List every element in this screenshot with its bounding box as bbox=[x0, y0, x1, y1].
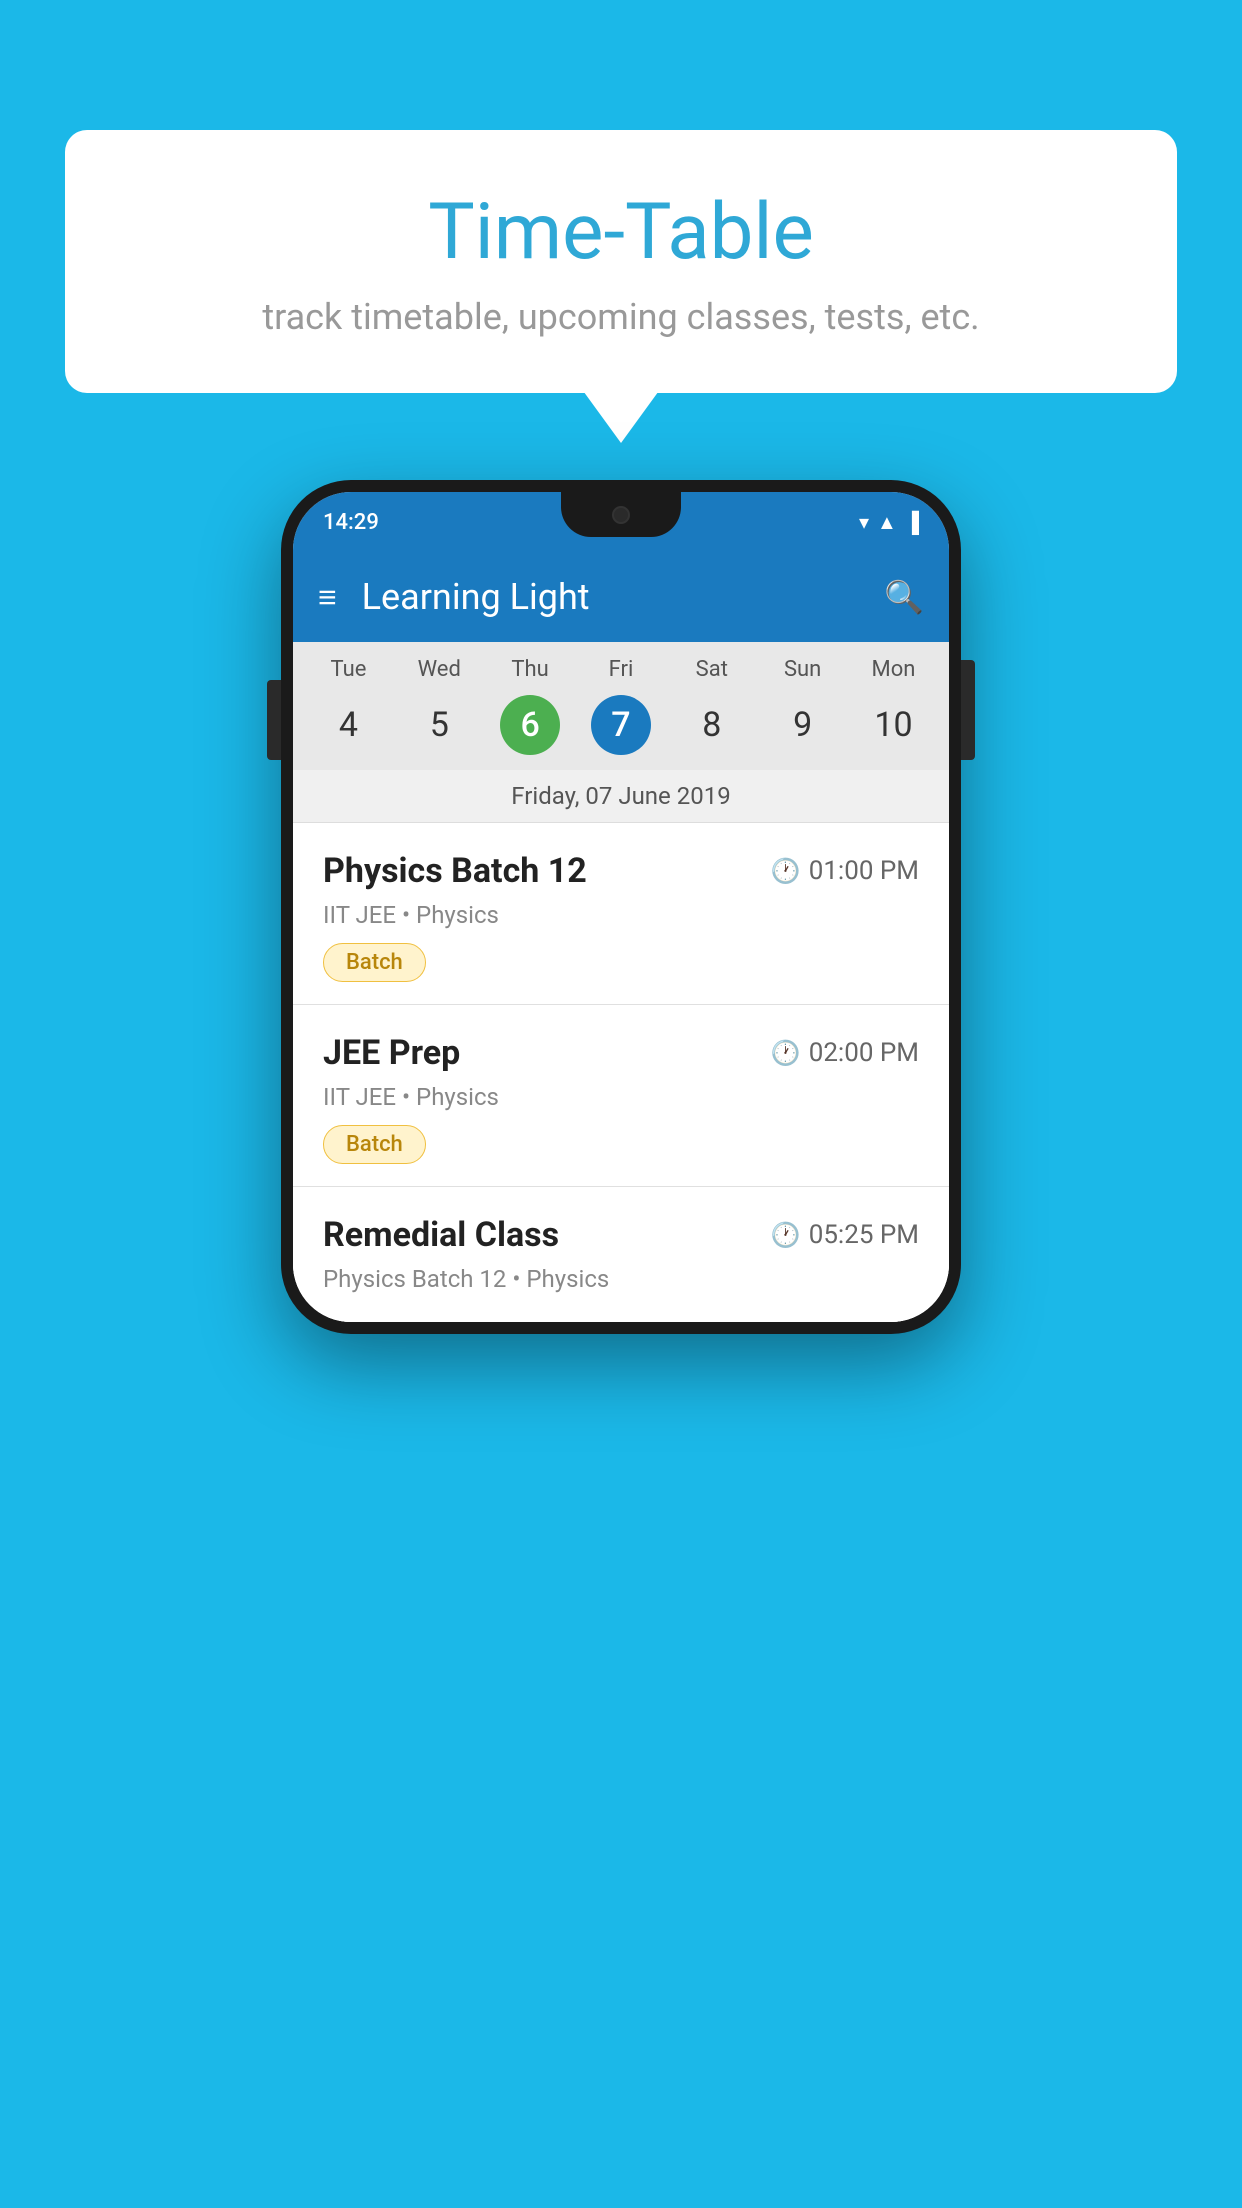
schedule-item-3[interactable]: Remedial Class 🕐 05:25 PM Physics Batch … bbox=[293, 1187, 949, 1322]
clock-icon-1: 🕐 bbox=[771, 857, 801, 885]
schedule-item-1[interactable]: Physics Batch 12 🕐 01:00 PM IIT JEE • Ph… bbox=[293, 823, 949, 1005]
schedule-list: Physics Batch 12 🕐 01:00 PM IIT JEE • Ph… bbox=[293, 823, 949, 1322]
schedule-item-2-tag: Batch bbox=[323, 1125, 426, 1164]
schedule-item-3-header: Remedial Class 🕐 05:25 PM bbox=[323, 1215, 919, 1255]
app-bar: ≡ Learning Light 🔍 bbox=[293, 552, 949, 642]
battery-icon: ▐ bbox=[905, 510, 919, 535]
day-5-wrap[interactable]: 5 bbox=[397, 695, 482, 755]
phone-notch bbox=[561, 492, 681, 537]
day-header-wed: Wed bbox=[397, 657, 482, 690]
day-header-fri: Fri bbox=[578, 657, 663, 690]
wifi-icon: ▾ bbox=[859, 510, 869, 534]
bubble-subtitle: track timetable, upcoming classes, tests… bbox=[125, 296, 1117, 338]
day-7-selected[interactable]: 7 bbox=[591, 695, 651, 755]
search-icon[interactable]: 🔍 bbox=[884, 578, 924, 616]
speech-bubble: Time-Table track timetable, upcoming cla… bbox=[65, 130, 1177, 393]
hamburger-icon[interactable]: ≡ bbox=[318, 578, 337, 616]
schedule-item-1-time-text: 01:00 PM bbox=[809, 856, 919, 886]
schedule-item-3-title: Remedial Class bbox=[323, 1215, 559, 1255]
day-8-wrap[interactable]: 8 bbox=[669, 695, 754, 755]
speech-bubble-container: Time-Table track timetable, upcoming cla… bbox=[65, 130, 1177, 393]
day-6-today[interactable]: 6 bbox=[500, 695, 560, 755]
signal-icon: ▲ bbox=[877, 510, 897, 535]
day-4-wrap[interactable]: 4 bbox=[306, 695, 391, 755]
schedule-item-3-time: 🕐 05:25 PM bbox=[771, 1220, 919, 1250]
camera-dot bbox=[612, 506, 630, 524]
day-numbers: 4 5 6 7 8 9 bbox=[303, 690, 939, 770]
schedule-item-1-tag: Batch bbox=[323, 943, 426, 982]
day-headers: Tue Wed Thu Fri Sat Sun Mon bbox=[303, 657, 939, 690]
schedule-item-3-time-text: 05:25 PM bbox=[809, 1220, 919, 1250]
day-header-sun: Sun bbox=[760, 657, 845, 690]
clock-icon-3: 🕐 bbox=[771, 1221, 801, 1249]
day-header-mon: Mon bbox=[851, 657, 936, 690]
day-6-wrap[interactable]: 6 bbox=[488, 695, 573, 755]
schedule-item-2-time: 🕐 02:00 PM bbox=[771, 1038, 919, 1068]
clock-icon-2: 🕐 bbox=[771, 1039, 801, 1067]
day-10-wrap[interactable]: 10 bbox=[851, 695, 936, 755]
phone-wrapper: 14:29 ▾ ▲ ▐ ≡ Learning Light 🔍 Tue bbox=[281, 480, 961, 1334]
day-10[interactable]: 10 bbox=[851, 695, 936, 755]
day-header-sat: Sat bbox=[669, 657, 754, 690]
schedule-item-1-time: 🕐 01:00 PM bbox=[771, 856, 919, 886]
bubble-title: Time-Table bbox=[125, 190, 1117, 276]
schedule-item-3-subtitle: Physics Batch 12 • Physics bbox=[323, 1265, 919, 1293]
schedule-item-2-header: JEE Prep 🕐 02:00 PM bbox=[323, 1033, 919, 1073]
schedule-item-2-subtitle: IIT JEE • Physics bbox=[323, 1083, 919, 1111]
day-header-tue: Tue bbox=[306, 657, 391, 690]
status-time: 14:29 bbox=[323, 510, 379, 535]
day-4[interactable]: 4 bbox=[306, 695, 391, 755]
app-title: Learning Light bbox=[362, 576, 884, 618]
schedule-item-1-title: Physics Batch 12 bbox=[323, 851, 587, 891]
status-icons: ▾ ▲ ▐ bbox=[859, 510, 919, 535]
day-header-thu: Thu bbox=[488, 657, 573, 690]
selected-date-label: Friday, 07 June 2019 bbox=[293, 770, 949, 823]
phone-outer: 14:29 ▾ ▲ ▐ ≡ Learning Light 🔍 Tue bbox=[281, 480, 961, 1334]
status-bar: 14:29 ▾ ▲ ▐ bbox=[293, 492, 949, 552]
day-7-wrap[interactable]: 7 bbox=[578, 695, 663, 755]
schedule-item-1-header: Physics Batch 12 🕐 01:00 PM bbox=[323, 851, 919, 891]
day-5[interactable]: 5 bbox=[397, 695, 482, 755]
phone-screen: 14:29 ▾ ▲ ▐ ≡ Learning Light 🔍 Tue bbox=[293, 492, 949, 1322]
schedule-item-1-subtitle: IIT JEE • Physics bbox=[323, 901, 919, 929]
day-9[interactable]: 9 bbox=[760, 695, 845, 755]
schedule-item-2[interactable]: JEE Prep 🕐 02:00 PM IIT JEE • Physics Ba… bbox=[293, 1005, 949, 1187]
day-8[interactable]: 8 bbox=[669, 695, 754, 755]
schedule-item-2-title: JEE Prep bbox=[323, 1033, 460, 1073]
schedule-item-2-time-text: 02:00 PM bbox=[809, 1038, 919, 1068]
day-9-wrap[interactable]: 9 bbox=[760, 695, 845, 755]
calendar-strip: Tue Wed Thu Fri Sat Sun Mon 4 5 bbox=[293, 642, 949, 770]
